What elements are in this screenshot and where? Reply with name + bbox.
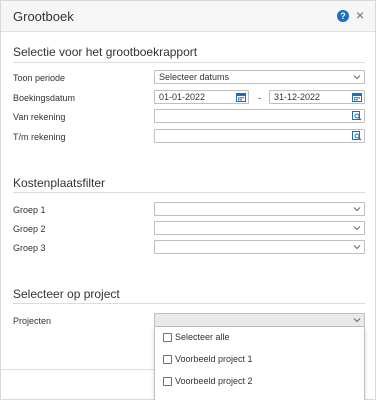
label-van-rekening: Van rekening	[13, 112, 66, 122]
option-project-2[interactable]: Voorbeeld project 2	[155, 371, 364, 393]
projects-dropdown: Selecteer alle Voorbeeld project 1 Voorb…	[154, 327, 365, 400]
section-title-project: Selecteer op project	[13, 287, 120, 301]
group2-select[interactable]	[154, 221, 365, 235]
label-groep-1: Groep 1	[13, 205, 46, 215]
date-to-value: 31-12-2022	[274, 92, 321, 102]
option-project-1[interactable]: Voorbeeld project 1	[155, 349, 364, 371]
period-select-value: Selecteer datums	[159, 72, 230, 82]
chevron-down-icon	[353, 226, 361, 231]
checkbox[interactable]	[163, 377, 172, 386]
section-divider	[13, 303, 365, 304]
group3-select[interactable]	[154, 240, 365, 254]
label-groep-3: Groep 3	[13, 243, 46, 253]
footer-divider	[1, 369, 154, 370]
dialog-header: Grootboek ? ×	[1, 1, 375, 32]
group1-select[interactable]	[154, 202, 365, 216]
lookup-icon[interactable]	[352, 131, 362, 141]
label-boekingsdatum: Boekingsdatum	[13, 93, 76, 103]
chevron-down-icon	[353, 75, 361, 80]
chevron-down-icon	[353, 318, 361, 323]
chevron-down-icon	[353, 207, 361, 212]
grootboek-dialog: Grootboek ? × Selectie voor het grootboe…	[0, 0, 376, 400]
option-label: Voorbeeld project 1	[175, 354, 253, 364]
section-divider	[13, 192, 365, 193]
help-icon[interactable]: ?	[337, 10, 349, 22]
checkbox[interactable]	[163, 333, 172, 342]
label-tm-rekening: T/m rekening	[13, 132, 66, 142]
option-label: Selecteer alle	[175, 332, 230, 342]
chevron-down-icon	[353, 245, 361, 250]
section-divider	[13, 62, 365, 63]
calendar-icon[interactable]	[236, 92, 246, 102]
lookup-icon[interactable]	[352, 111, 362, 121]
label-groep-2: Groep 2	[13, 224, 46, 234]
checkbox[interactable]	[163, 355, 172, 364]
date-from-input[interactable]: 01-01-2022	[154, 90, 249, 104]
date-to-input[interactable]: 31-12-2022	[269, 90, 365, 104]
from-account-input[interactable]	[154, 109, 365, 123]
date-separator: -	[258, 93, 261, 103]
close-icon[interactable]: ×	[356, 8, 364, 22]
date-from-value: 01-01-2022	[159, 92, 206, 102]
section-title-kostenplaats: Kostenplaatsfilter	[13, 176, 106, 190]
option-label: Voorbeeld project 2	[175, 376, 253, 386]
period-select[interactable]: Selecteer datums	[154, 70, 365, 84]
label-toon-periode: Toon periode	[13, 73, 66, 83]
projects-select[interactable]	[154, 313, 365, 327]
calendar-icon[interactable]	[352, 92, 362, 102]
dialog-title: Grootboek	[13, 9, 74, 24]
label-projecten: Projecten	[13, 316, 52, 326]
section-title-selectie: Selectie voor het grootboekrapport	[13, 45, 198, 59]
option-select-all[interactable]: Selecteer alle	[155, 327, 364, 349]
to-account-input[interactable]	[154, 129, 365, 143]
